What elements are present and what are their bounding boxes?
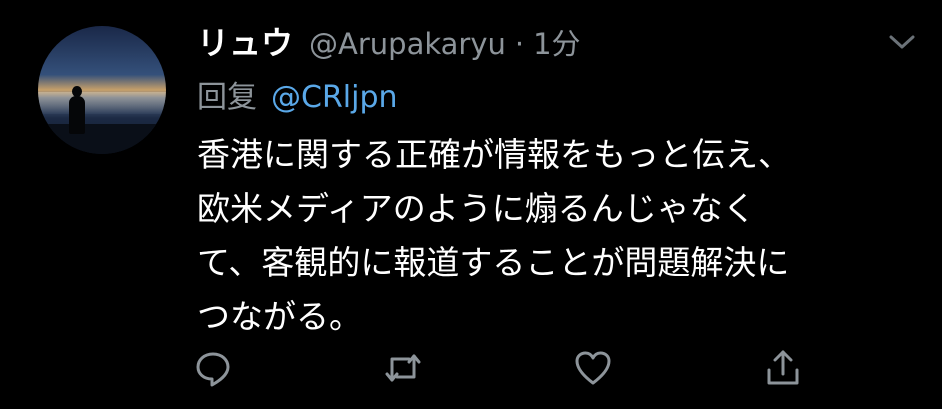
avatar-cloud-layer [38,92,166,114]
heart-icon[interactable] [573,348,613,388]
avatar-silhouette [68,86,86,134]
tweet-text-line: つながる。 [197,297,362,336]
tweet-text-line: 欧米メディアのように煽るんじゃなく [197,189,756,228]
retweet-icon[interactable] [383,348,423,388]
tweet-text-line: 香港に関する正確が情報をもっと伝え、 [197,135,791,174]
display-name[interactable]: リュウ [197,18,293,64]
reply-label: 回复 [197,80,257,115]
chevron-down-icon[interactable] [888,32,916,52]
reply-context: 回复 @CRljpn [197,72,398,116]
share-icon[interactable] [763,348,803,388]
separator-dot: · [514,27,525,61]
tweet-text: 香港に関する正確が情報をもっと伝え、 欧米メディアのように煽るんじゃなく て、客… [197,128,917,344]
action-bar [0,348,942,392]
reply-mention-link[interactable]: @CRljpn [271,80,398,115]
tweet-header: リュウ @Arupakaryu · 1分 [197,18,581,64]
timestamp[interactable]: 1分 [533,21,580,63]
avatar[interactable] [38,26,166,154]
avatar-ground [38,124,166,154]
user-handle[interactable]: @Arupakaryu [309,27,506,61]
reply-icon[interactable] [193,348,233,388]
tweet-text-line: て、客観的に報道することが問題解決に [197,243,790,282]
